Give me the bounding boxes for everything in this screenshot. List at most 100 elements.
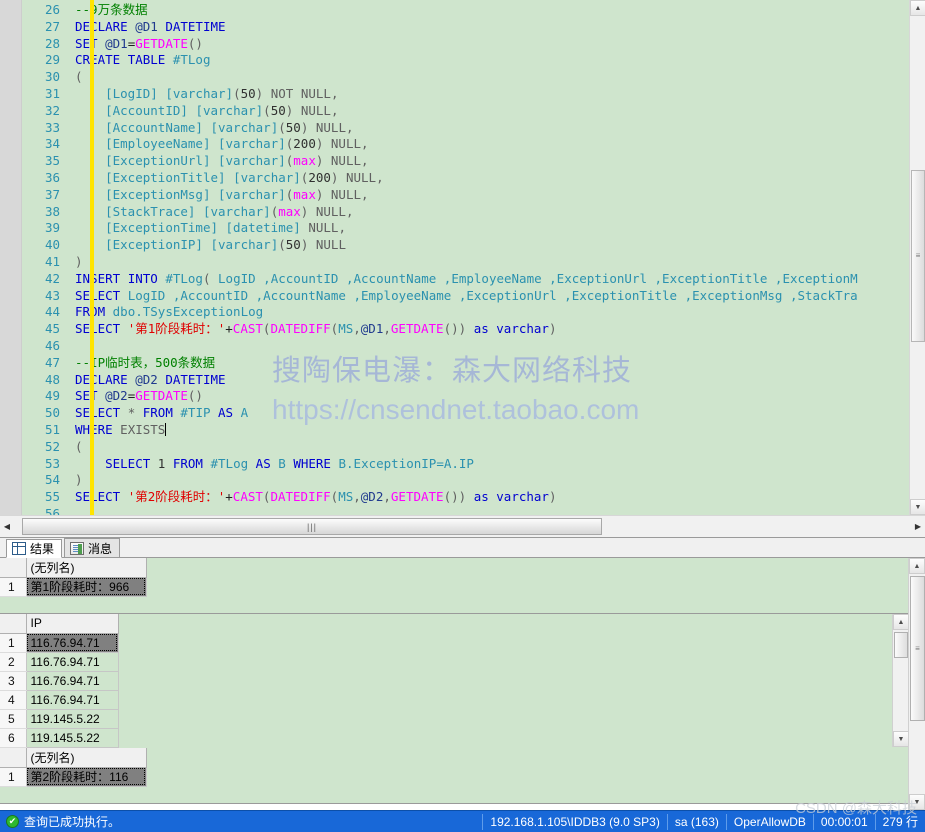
scroll-up-icon[interactable]: ▲ xyxy=(893,614,908,630)
code-line[interactable]: 45 SELECT '第1阶段耗时：'+CAST(DATEDIFF(MS,@D1,… xyxy=(22,321,909,338)
code-text[interactable]: INSERT INTO #TLog( LogID ,AccountID ,Acc… xyxy=(66,271,858,288)
result-cell[interactable]: 116.76.94.71 xyxy=(26,633,119,653)
results-scroll-thumb[interactable]: ≡ xyxy=(910,576,925,721)
code-line[interactable]: 29 CREATE TABLE #TLog xyxy=(22,52,909,69)
column-header[interactable]: IP xyxy=(26,614,119,634)
scroll-down-icon[interactable]: ▼ xyxy=(893,731,908,747)
result-cell[interactable]: 116.76.94.71 xyxy=(26,690,119,710)
code-text[interactable]: [ExceptionIP] [varchar](50) NULL xyxy=(66,237,346,254)
code-line[interactable]: 46 xyxy=(22,338,909,355)
editor-horizontal-scrollbar[interactable]: ◀ ||| ▶ xyxy=(0,515,925,537)
code-line[interactable]: 51 WHERE EXISTS xyxy=(22,422,909,439)
row-number[interactable]: 3 xyxy=(0,671,27,691)
code-text[interactable]: SELECT '第1阶段耗时：'+CAST(DATEDIFF(MS,@D1,GE… xyxy=(66,321,557,338)
code-line[interactable]: 28 SET @D1=GETDATE() xyxy=(22,36,909,53)
code-line[interactable]: 26 --9万条数据 xyxy=(22,2,909,19)
code-line[interactable]: 34 [EmployeeName] [varchar](200) NULL, xyxy=(22,136,909,153)
table-row[interactable]: 6 119.145.5.22 xyxy=(0,728,119,748)
grid-corner-cell[interactable] xyxy=(0,614,27,634)
table-row[interactable]: 1 第2阶段耗时：116 xyxy=(0,767,147,787)
code-text[interactable]: SELECT '第2阶段耗时：'+CAST(DATEDIFF(MS,@D2,GE… xyxy=(66,489,557,506)
row-number[interactable]: 4 xyxy=(0,690,27,710)
code-line[interactable]: 56 xyxy=(22,506,909,515)
grid-corner-cell[interactable] xyxy=(0,748,27,768)
code-line[interactable]: 35 [ExceptionUrl] [varchar](max) NULL, xyxy=(22,153,909,170)
ip-grid-vertical-scrollbar[interactable]: ▲ ▼ xyxy=(892,614,908,747)
code-line[interactable]: 47 --IP临时表，500条数据 xyxy=(22,355,909,372)
result-table-stage2[interactable]: (无列名) 1 第2阶段耗时：116 xyxy=(0,748,147,787)
code-text[interactable]: [ExceptionTitle] [varchar](200) NULL, xyxy=(66,170,384,187)
code-line[interactable]: 43 SELECT LogID ,AccountID ,AccountName ,… xyxy=(22,288,909,305)
code-line[interactable]: 37 [ExceptionMsg] [varchar](max) NULL, xyxy=(22,187,909,204)
scroll-up-icon[interactable]: ▲ xyxy=(909,558,925,574)
code-text[interactable]: [ExceptionTime] [datetime] NULL, xyxy=(66,220,346,237)
result-cell[interactable]: 第1阶段耗时：966 xyxy=(26,577,147,597)
result-cell[interactable]: 119.145.5.22 xyxy=(26,728,119,748)
sql-code-area[interactable]: 26 --9万条数据 27 DECLARE @D1 DATETIME 28 SET @D1… xyxy=(22,0,909,515)
results-tab-grid[interactable]: 结果 xyxy=(6,539,63,558)
result-cell[interactable]: 116.76.94.71 xyxy=(26,652,119,672)
editor-vscroll-thumb[interactable]: ≡ xyxy=(911,170,925,342)
scroll-down-icon[interactable]: ▼ xyxy=(909,794,925,810)
code-text[interactable]: ) xyxy=(66,472,83,489)
table-row[interactable]: 1 116.76.94.71 xyxy=(0,633,119,653)
row-number[interactable]: 6 xyxy=(0,728,27,748)
code-text[interactable]: SET @D1=GETDATE() xyxy=(66,36,203,53)
code-line[interactable]: 54) xyxy=(22,472,909,489)
code-line[interactable]: 30 ( xyxy=(22,69,909,86)
result-grid-ip[interactable]: IP 1 116.76.94.71 2 116.76.94.71 3 116.7… xyxy=(0,614,908,748)
code-text[interactable]: [ExceptionMsg] [varchar](max) NULL, xyxy=(66,187,368,204)
result-table-stage1[interactable]: (无列名) 1 第1阶段耗时：966 xyxy=(0,558,147,597)
code-line[interactable]: 31 [LogID] [varchar](50) NOT NULL, xyxy=(22,86,909,103)
result-cell[interactable]: 119.145.5.22 xyxy=(26,709,119,729)
sql-code-lines[interactable]: 26 --9万条数据 27 DECLARE @D1 DATETIME 28 SET @D1… xyxy=(22,0,909,515)
row-number[interactable]: 5 xyxy=(0,709,27,729)
code-line[interactable]: 39 [ExceptionTime] [datetime] NULL, xyxy=(22,220,909,237)
row-number[interactable]: 1 xyxy=(0,633,27,653)
table-row[interactable]: 4 116.76.94.71 xyxy=(0,690,119,710)
code-line[interactable]: 36 [ExceptionTitle] [varchar](200) NULL, xyxy=(22,170,909,187)
code-text[interactable]: CREATE TABLE #TLog xyxy=(66,52,211,69)
editor-indicator-margin[interactable] xyxy=(0,0,22,537)
code-text[interactable]: FROM dbo.TSysExceptionLog xyxy=(66,304,263,321)
code-text[interactable]: [StackTrace] [varchar](max) NULL, xyxy=(66,204,353,221)
result-cell[interactable]: 第2阶段耗时：116 xyxy=(26,767,147,787)
column-header[interactable]: (无列名) xyxy=(26,558,147,578)
result-grid-stage1[interactable]: (无列名) 1 第1阶段耗时：966 xyxy=(0,558,908,614)
code-text[interactable]: [LogID] [varchar](50) NOT NULL, xyxy=(66,86,338,103)
code-text[interactable]: SELECT 1 FROM #TLog AS B WHERE B.Excepti… xyxy=(66,456,474,473)
code-line[interactable]: 41) xyxy=(22,254,909,271)
code-text[interactable]: SELECT LogID ,AccountID ,AccountName ,Em… xyxy=(66,288,858,305)
row-number[interactable]: 2 xyxy=(0,652,27,672)
result-cell[interactable]: 116.76.94.71 xyxy=(26,671,119,691)
code-line[interactable]: 55 SELECT '第2阶段耗时：'+CAST(DATEDIFF(MS,@D2,… xyxy=(22,489,909,506)
results-tab-messages[interactable]: 消息 xyxy=(64,538,121,557)
code-line[interactable]: 32 [AccountID] [varchar](50) NULL, xyxy=(22,103,909,120)
column-header[interactable]: (无列名) xyxy=(26,748,147,768)
scroll-down-icon[interactable]: ▼ xyxy=(910,499,925,515)
editor-hscroll-thumb[interactable]: ||| xyxy=(22,518,602,535)
code-text[interactable]: [EmployeeName] [varchar](200) NULL, xyxy=(66,136,368,153)
scroll-right-icon[interactable]: ▶ xyxy=(911,517,925,537)
code-text[interactable]: ( xyxy=(66,69,83,86)
table-row[interactable]: 1 第1阶段耗时：966 xyxy=(0,577,147,597)
code-text[interactable]: WHERE EXISTS xyxy=(66,422,167,439)
results-vertical-scrollbar[interactable]: ▲ ≡ ▼ xyxy=(908,558,925,810)
sql-editor-pane[interactable]: 26 --9万条数据 27 DECLARE @D1 DATETIME 28 SET @D1… xyxy=(0,0,925,538)
code-text[interactable]: ( xyxy=(66,439,83,456)
table-row[interactable]: 5 119.145.5.22 xyxy=(0,709,119,729)
code-text[interactable]: [ExceptionUrl] [varchar](max) NULL, xyxy=(66,153,368,170)
scroll-up-icon[interactable]: ▲ xyxy=(910,0,925,16)
code-line[interactable]: 40 [ExceptionIP] [varchar](50) NULL xyxy=(22,237,909,254)
code-line[interactable]: 44 FROM dbo.TSysExceptionLog xyxy=(22,304,909,321)
grid-corner-cell[interactable] xyxy=(0,558,27,578)
code-text[interactable]: ) xyxy=(66,254,83,271)
editor-hscroll-track[interactable]: ||| xyxy=(14,517,911,536)
code-line[interactable]: 52 ( xyxy=(22,439,909,456)
code-line[interactable]: 49 SET @D2=GETDATE() xyxy=(22,388,909,405)
code-text[interactable]: --IP临时表，500条数据 xyxy=(66,355,215,372)
code-line[interactable]: 48 DECLARE @D2 DATETIME xyxy=(22,372,909,389)
code-text[interactable]: [AccountName] [varchar](50) NULL, xyxy=(66,120,353,137)
ip-grid-scroll-thumb[interactable] xyxy=(894,632,908,658)
code-line[interactable]: 27 DECLARE @D1 DATETIME xyxy=(22,19,909,36)
